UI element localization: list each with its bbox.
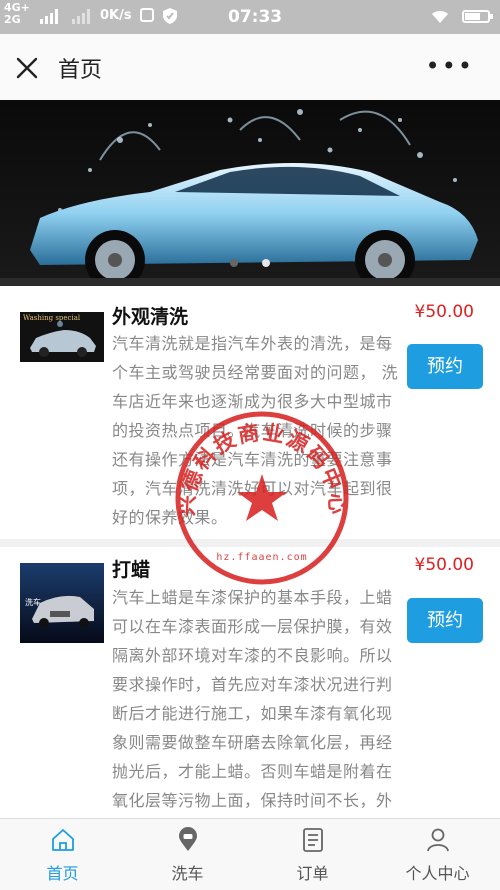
divider [0,539,500,547]
notification-icon [140,8,154,22]
thumbnail-caption: Washing special [23,314,81,322]
tab-label: 个人中心 [405,864,470,883]
service-price: ¥50.00 [414,555,474,575]
title-bar: 首页 ••• [0,34,500,101]
status-bar: 4G+ 2G 0K/s 07:33 [0,0,500,34]
battery-level [465,13,480,20]
book-button[interactable]: 预约 [407,598,483,643]
service-thumbnail: Washing special [20,312,104,362]
bottom-tab-bar: 首页 洗车 订单 个人中心 [0,818,500,890]
tab-orders[interactable]: 订单 [250,819,375,890]
tab-carwash[interactable]: 洗车 [125,819,250,890]
service-name: 打蜡 [112,559,151,581]
battery-icon [462,10,493,23]
service-description: 汽车清洗就是指汽车外表的清洗，是每个车主或驾驶员经常要面对的问题， 洗车店近年来… [112,334,399,527]
tab-label: 首页 [46,864,79,883]
order-list-icon [303,828,323,852]
signal-icon [40,9,58,24]
signal-icon-secondary [72,9,90,24]
service-name: 外观清洗 [112,306,189,328]
carousel-dot[interactable] [230,259,239,267]
carousel-indicators [0,252,500,271]
carousel-dot-active[interactable] [261,259,270,267]
home-icon [52,829,74,851]
network-speed: 0K/s [100,8,132,23]
tab-profile[interactable]: 个人中心 [375,819,500,890]
service-thumbnail: 洗车 [20,563,104,643]
page-title: 首页 [58,58,103,83]
clock: 07:33 [228,7,283,27]
tab-home[interactable]: 首页 [0,819,125,890]
location-pin-icon [179,827,197,851]
service-price: ¥50.00 [414,302,474,322]
shield-icon [163,8,177,24]
network-type-secondary: 2G [4,13,21,26]
thumbnail-caption: 洗车 [25,598,41,607]
wifi-icon [432,11,448,23]
service-description: 汽车上蜡是车漆保护的基本手段，上蜡可以在车漆表面形成一层保护膜，有效隔离外部环境… [112,588,393,810]
user-icon [427,828,449,852]
network-indicator: 4G+ 2G [4,2,30,26]
more-icon[interactable]: ••• [426,52,474,80]
close-icon[interactable] [14,55,40,81]
book-button[interactable]: 预约 [407,344,483,389]
service-item: Washing special 外观清洗 ¥50.00 汽车清洗就是指汽车外表的… [0,286,500,539]
tab-label: 洗车 [171,864,204,883]
service-item: 洗车 打蜡 ¥50.00 汽车上蜡是车漆保护的基本手段，上蜡可以在车漆表面形成一… [0,547,500,818]
tab-label: 订单 [296,864,329,883]
